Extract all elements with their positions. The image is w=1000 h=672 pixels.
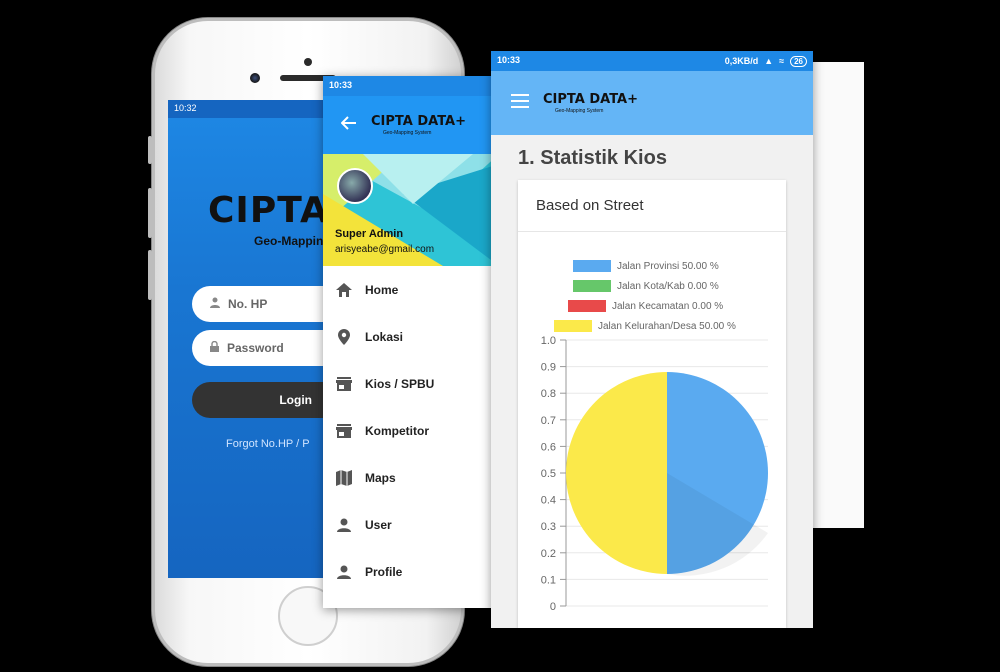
wifi-icon: ≈ (779, 56, 785, 66)
login-button[interactable]: Login (192, 382, 338, 418)
login-screen: 10:32 0 CIPTA DATA Geo-Mapping No. HP Pa… (168, 100, 338, 578)
battery-icon: 26 (790, 55, 807, 67)
stats-status-bar: 10:33 0,3KB/d ▲ ≈ 26 (491, 51, 813, 71)
chart-card: Based on Street Jalan Provinsi 50.00 % Ja… (518, 180, 786, 628)
drawer-screen: 10:33 CIPTA DATA+ Geo-Mapping System Sup… (323, 76, 499, 608)
y-tick-label: 0.6 (541, 441, 556, 453)
y-tick-label: 0.3 (541, 521, 556, 533)
hamburger-menu-icon[interactable] (511, 93, 529, 113)
login-logo-title: CIPTA DATA (208, 190, 338, 231)
back-arrow-icon[interactable] (340, 115, 357, 135)
menu-item-lokasi[interactable]: Lokasi (323, 313, 499, 360)
avatar[interactable] (337, 168, 373, 204)
user-name: Super Admin (335, 228, 404, 240)
pie-chart: 1.0 0.9 0.8 0.7 0.6 0.5 0.4 0.3 0.2 0.1 0 (541, 335, 768, 613)
legend-label: Jalan Kota/Kab 0.00 % (617, 280, 719, 292)
signal-icon: ▲ (764, 56, 774, 66)
drawer-status-bar: 10:33 (323, 76, 499, 96)
stats-logo: CIPTA DATA+ Geo-Mapping System (543, 93, 638, 114)
pie-slice-jalan-kelurahan-desa[interactable] (566, 372, 667, 574)
phone-mute-switch (148, 136, 152, 164)
phone-volume-up (148, 188, 152, 238)
menu-item-profile[interactable]: Profile (323, 548, 499, 595)
legend-item[interactable]: Jalan Kota/Kab 0.00 % (573, 280, 719, 292)
password-field[interactable]: Password (192, 330, 338, 366)
menu-item-label: Home (365, 282, 399, 297)
user-email: arisyeabe@gmail.com (335, 244, 435, 255)
drawer-logo: CIPTA DATA+ Geo-Mapping System (371, 115, 466, 136)
legend-swatch (568, 300, 606, 312)
phone-volume-down (148, 250, 152, 300)
stats-logo-subtitle: Geo-Mapping System (555, 107, 604, 114)
login-status-time: 10:32 (174, 103, 197, 113)
menu-item-maps[interactable]: Maps (323, 454, 499, 501)
map-icon (335, 469, 353, 487)
menu-item-label: Kompetitor (365, 423, 429, 438)
login-logo-subtitle: Geo-Mapping (254, 234, 331, 248)
y-tick-label: 0.5 (541, 468, 556, 480)
page-title: 1. Statistik Kios (518, 147, 667, 169)
password-placeholder: Password (227, 341, 284, 355)
y-tick-label: 0.7 (541, 415, 556, 427)
drawer-menu: Home Lokasi Kios / SPBU Kompetitor Maps … (323, 266, 499, 595)
location-pin-icon (335, 328, 353, 346)
stats-status-indicators: 0,3KB/d ▲ ≈ 26 (725, 55, 807, 67)
login-status-bar: 10:32 0 (168, 100, 338, 118)
promo-stage: 10:32 0 CIPTA DATA Geo-Mapping No. HP Pa… (0, 0, 1000, 672)
phone-sensor (304, 58, 312, 66)
home-icon (335, 281, 353, 299)
phone-front-camera-icon (250, 73, 260, 83)
stats-app-bar: CIPTA DATA+ Geo-Mapping System (491, 71, 813, 135)
y-tick-label: 0.8 (541, 388, 556, 400)
network-speed: 0,3KB/d (724, 56, 759, 66)
phone-number-placeholder: No. HP (228, 297, 268, 311)
stats-status-time: 10:33 (497, 55, 521, 65)
legend-item[interactable]: Jalan Kecamatan 0.00 % (568, 300, 723, 312)
legend-label: Jalan Provinsi 50.00 % (617, 260, 719, 272)
drawer-app-bar: CIPTA DATA+ Geo-Mapping System (323, 96, 499, 154)
store-icon (335, 375, 353, 393)
menu-item-kios-spbu[interactable]: Kios / SPBU (323, 360, 499, 407)
menu-item-home[interactable]: Home (323, 266, 499, 313)
y-tick-label: 0.2 (541, 548, 556, 560)
y-tick-label: 1.0 (541, 335, 556, 347)
menu-item-label: Maps (365, 470, 396, 485)
person-icon (335, 516, 353, 534)
y-tick-label: 0 (550, 601, 556, 613)
legend-swatch (573, 260, 611, 272)
legend-item[interactable]: Jalan Provinsi 50.00 % (573, 260, 719, 272)
menu-item-kompetitor[interactable]: Kompetitor (323, 407, 499, 454)
menu-item-label: User (365, 517, 392, 532)
y-tick-label: 0.4 (541, 495, 556, 507)
drawer-logo-title: CIPTA DATA+ (371, 113, 467, 129)
store-icon (335, 422, 353, 440)
drawer-header: Super Admin arisyeabe@gmail.com (323, 154, 499, 266)
menu-item-user[interactable]: User (323, 501, 499, 548)
phone-number-field[interactable]: No. HP (192, 286, 338, 322)
legend-swatch (573, 280, 611, 292)
stats-logo-title: CIPTA DATA+ (543, 91, 639, 107)
legend-label: Jalan Kecamatan 0.00 % (612, 300, 724, 312)
y-tick-label: 0.1 (541, 574, 556, 586)
menu-item-label: Kios / SPBU (365, 376, 435, 391)
y-tick-label: 0.9 (541, 362, 556, 374)
menu-item-label: Profile (365, 564, 403, 579)
drawer-logo-subtitle: Geo-Mapping System (383, 129, 432, 136)
person-icon (210, 297, 220, 311)
person-icon (335, 563, 353, 581)
menu-item-label: Lokasi (365, 329, 404, 344)
card-title: Based on Street (518, 180, 786, 232)
drawer-status-time: 10:33 (329, 80, 353, 90)
statistics-screen: 10:33 0,3KB/d ▲ ≈ 26 CIPTA DATA+ Geo-Map… (491, 51, 813, 628)
lock-icon (210, 340, 219, 355)
forgot-link[interactable]: Forgot No.HP / P (226, 438, 310, 450)
